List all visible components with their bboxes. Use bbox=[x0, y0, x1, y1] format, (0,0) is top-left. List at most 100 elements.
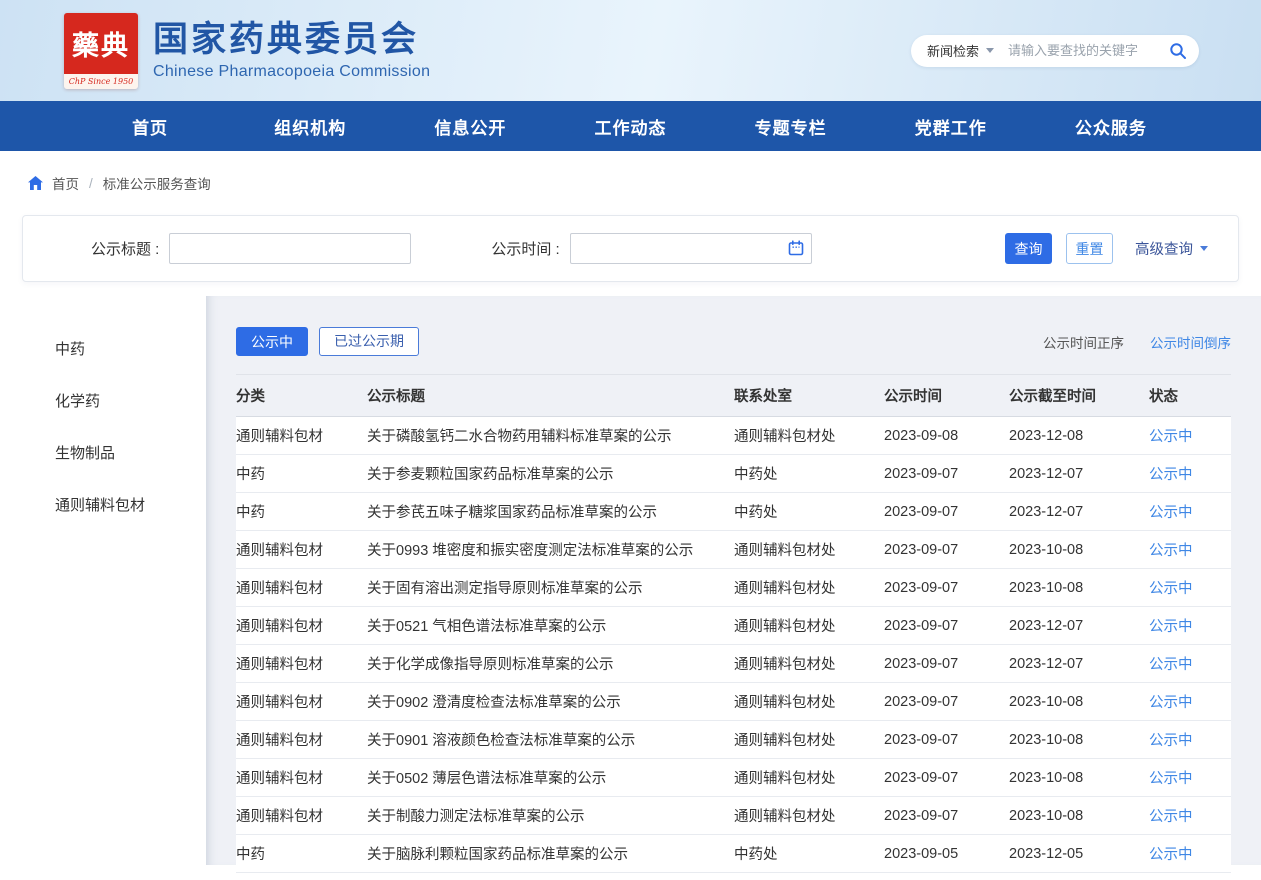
status-link[interactable]: 公示中 bbox=[1149, 733, 1193, 749]
status-tabs: 公示中已过公示期 bbox=[236, 327, 419, 356]
cell-status: 公示中 bbox=[1149, 683, 1231, 721]
breadcrumb-current: 标准公示服务查询 bbox=[103, 173, 211, 193]
cell-end-date: 2023-10-08 bbox=[1009, 759, 1149, 797]
search-category-select[interactable]: 新闻检索 bbox=[927, 41, 994, 60]
cell-end-date: 2023-12-08 bbox=[1009, 417, 1149, 455]
column-header-2: 联系处室 bbox=[734, 375, 884, 417]
nav-item-4[interactable]: 专题专栏 bbox=[711, 101, 871, 151]
cell-office: 通则辅料包材处 bbox=[734, 607, 884, 645]
status-link[interactable]: 公示中 bbox=[1149, 619, 1193, 635]
cell-category: 通则辅料包材 bbox=[236, 645, 367, 683]
cell-notice-title[interactable]: 关于参麦颗粒国家药品标准草案的公示 bbox=[367, 455, 734, 493]
query-button[interactable]: 查询 bbox=[1005, 233, 1052, 264]
notice-time-label: 公示时间 : bbox=[491, 238, 559, 259]
sort-descending-link[interactable]: 公示时间倒序 bbox=[1150, 332, 1231, 352]
column-header-3: 公示时间 bbox=[884, 375, 1009, 417]
cell-notice-title[interactable]: 关于0502 薄层色谱法标准草案的公示 bbox=[367, 759, 734, 797]
status-link[interactable]: 公示中 bbox=[1149, 505, 1193, 521]
cell-end-date: 2023-12-07 bbox=[1009, 455, 1149, 493]
content-area: 中药化学药生物制品通则辅料包材 公示中已过公示期 公示时间正序 公示时间倒序 分… bbox=[0, 296, 1261, 865]
cell-office: 通则辅料包材处 bbox=[734, 645, 884, 683]
status-link[interactable]: 公示中 bbox=[1149, 581, 1193, 597]
cell-status: 公示中 bbox=[1149, 721, 1231, 759]
notice-time-input[interactable] bbox=[570, 233, 812, 264]
cell-publish-date: 2023-09-07 bbox=[884, 493, 1009, 531]
sort-ascending-link[interactable]: 公示时间正序 bbox=[1043, 332, 1124, 352]
cell-status: 公示中 bbox=[1149, 797, 1231, 835]
nav-item-2[interactable]: 信息公开 bbox=[390, 101, 550, 151]
search-button[interactable] bbox=[1169, 42, 1187, 60]
cell-status: 公示中 bbox=[1149, 759, 1231, 797]
status-link[interactable]: 公示中 bbox=[1149, 543, 1193, 559]
cell-notice-title[interactable]: 关于化学成像指导原则标准草案的公示 bbox=[367, 645, 734, 683]
status-link[interactable]: 公示中 bbox=[1149, 429, 1193, 445]
cell-status: 公示中 bbox=[1149, 569, 1231, 607]
cell-publish-date: 2023-09-07 bbox=[884, 721, 1009, 759]
cell-notice-title[interactable]: 关于参芪五味子糖浆国家药品标准草案的公示 bbox=[367, 493, 734, 531]
cell-notice-title[interactable]: 关于0521 气相色谱法标准草案的公示 bbox=[367, 607, 734, 645]
status-link[interactable]: 公示中 bbox=[1149, 809, 1193, 825]
main-navigation: 首页组织机构信息公开工作动态专题专栏党群工作公众服务 bbox=[0, 101, 1261, 151]
advanced-query-label: 高级查询 bbox=[1135, 238, 1193, 259]
cell-notice-title[interactable]: 关于固有溶出测定指导原则标准草案的公示 bbox=[367, 569, 734, 607]
notice-title-input[interactable] bbox=[169, 233, 411, 264]
home-icon[interactable] bbox=[28, 176, 43, 190]
sidebar-item-0[interactable]: 中药 bbox=[0, 322, 206, 374]
site-title: 国家药典委员会 bbox=[153, 20, 430, 60]
cell-category: 通则辅料包材 bbox=[236, 569, 367, 607]
cell-publish-date: 2023-09-07 bbox=[884, 797, 1009, 835]
cell-end-date: 2023-12-07 bbox=[1009, 645, 1149, 683]
cell-notice-title[interactable]: 关于0901 溶液颜色检查法标准草案的公示 bbox=[367, 721, 734, 759]
nav-item-6[interactable]: 公众服务 bbox=[1031, 101, 1191, 151]
cell-office: 中药处 bbox=[734, 835, 884, 873]
cell-notice-title[interactable]: 关于脑脉利颗粒国家药品标准草案的公示 bbox=[367, 835, 734, 873]
reset-button[interactable]: 重置 bbox=[1066, 233, 1113, 264]
header-search-input[interactable] bbox=[1006, 42, 1163, 59]
cell-notice-title[interactable]: 关于磷酸氢钙二水合物药用辅料标准草案的公示 bbox=[367, 417, 734, 455]
status-tab-1[interactable]: 已过公示期 bbox=[319, 327, 419, 356]
table-row: 通则辅料包材 关于0502 薄层色谱法标准草案的公示 通则辅料包材处 2023-… bbox=[236, 759, 1231, 797]
cell-notice-title[interactable]: 关于0902 澄清度检查法标准草案的公示 bbox=[367, 683, 734, 721]
cell-office: 通则辅料包材处 bbox=[734, 683, 884, 721]
table-row: 通则辅料包材 关于0902 澄清度检查法标准草案的公示 通则辅料包材处 2023… bbox=[236, 683, 1231, 721]
seal-characters: 藥典 bbox=[64, 13, 138, 74]
chevron-down-icon bbox=[1200, 246, 1208, 251]
status-link[interactable]: 公示中 bbox=[1149, 695, 1193, 711]
search-filter-panel: 公示标题 : 公示时间 : 查询 重置 高级查询 bbox=[22, 215, 1239, 282]
cell-publish-date: 2023-09-07 bbox=[884, 683, 1009, 721]
status-link[interactable]: 公示中 bbox=[1149, 657, 1193, 673]
cell-notice-title[interactable]: 关于制酸力测定法标准草案的公示 bbox=[367, 797, 734, 835]
status-link[interactable]: 公示中 bbox=[1149, 467, 1193, 483]
column-header-5: 状态 bbox=[1149, 375, 1231, 417]
cell-publish-date: 2023-09-08 bbox=[884, 417, 1009, 455]
nav-item-3[interactable]: 工作动态 bbox=[550, 101, 710, 151]
advanced-query-button[interactable]: 高级查询 bbox=[1129, 237, 1214, 260]
breadcrumb-home-link[interactable]: 首页 bbox=[52, 173, 79, 193]
cell-end-date: 2023-12-07 bbox=[1009, 607, 1149, 645]
notice-time-field bbox=[570, 233, 812, 264]
sidebar-item-1[interactable]: 化学药 bbox=[0, 374, 206, 426]
notice-title-label: 公示标题 : bbox=[91, 238, 159, 259]
cell-status: 公示中 bbox=[1149, 835, 1231, 873]
results-toolbar: 公示中已过公示期 公示时间正序 公示时间倒序 bbox=[236, 327, 1231, 356]
site-header: 藥典 ChP Since 1950 国家药典委员会 Chinese Pharma… bbox=[0, 0, 1261, 101]
brand-titles: 国家药典委员会 Chinese Pharmacopoeia Commission bbox=[153, 20, 430, 81]
sidebar-item-3[interactable]: 通则辅料包材 bbox=[0, 478, 206, 530]
column-header-0: 分类 bbox=[236, 375, 367, 417]
status-link[interactable]: 公示中 bbox=[1149, 771, 1193, 787]
breadcrumb-separator: / bbox=[89, 176, 93, 191]
cell-status: 公示中 bbox=[1149, 607, 1231, 645]
status-link[interactable]: 公示中 bbox=[1149, 847, 1193, 863]
cell-office: 通则辅料包材处 bbox=[734, 569, 884, 607]
nav-item-1[interactable]: 组织机构 bbox=[230, 101, 390, 151]
calendar-icon[interactable] bbox=[788, 240, 804, 256]
column-header-1: 公示标题 bbox=[367, 375, 734, 417]
sidebar-item-2[interactable]: 生物制品 bbox=[0, 426, 206, 478]
site-subtitle: Chinese Pharmacopoeia Commission bbox=[153, 63, 430, 81]
cell-notice-title[interactable]: 关于0993 堆密度和振实密度测定法标准草案的公示 bbox=[367, 531, 734, 569]
nav-item-0[interactable]: 首页 bbox=[70, 101, 230, 151]
status-tab-0[interactable]: 公示中 bbox=[236, 327, 308, 356]
nav-item-5[interactable]: 党群工作 bbox=[871, 101, 1031, 151]
seal-caption: ChP Since 1950 bbox=[64, 74, 138, 89]
cell-status: 公示中 bbox=[1149, 493, 1231, 531]
